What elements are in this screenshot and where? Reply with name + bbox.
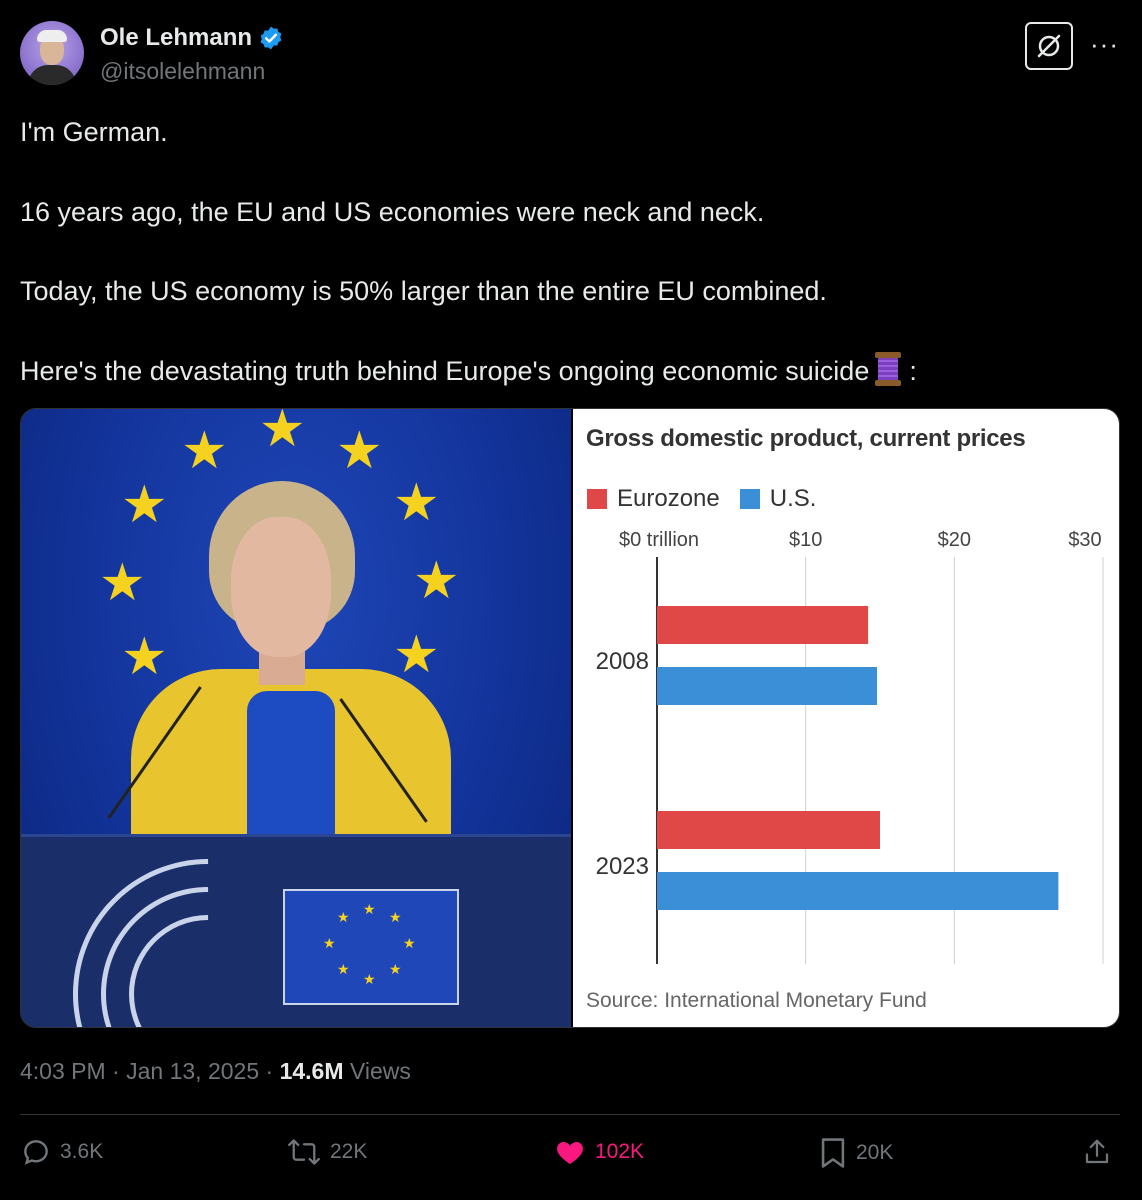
like-count: 102K <box>595 1140 645 1163</box>
author-name[interactable]: Ole Lehmann <box>100 24 252 52</box>
views-count: 14.6M <box>279 1058 344 1084</box>
tweet-time[interactable]: 4:03 PM <box>20 1058 106 1084</box>
action-bar: 3.6K 22K 102K 20K <box>20 1136 1120 1176</box>
chart-source: Source: International Monetary Fund <box>586 989 927 1012</box>
more-options-icon[interactable]: ··· <box>1090 31 1119 57</box>
avatar[interactable] <box>20 21 84 85</box>
tweet-line-4-end: : <box>909 356 917 386</box>
tweet-line-2: 16 years ago, the EU and US economies we… <box>20 197 765 227</box>
bookmark-button[interactable]: 20K <box>818 1136 893 1170</box>
x-tick-label: $0 trillion <box>619 529 699 551</box>
divider <box>20 1114 1120 1115</box>
category-label: 2023 <box>596 853 649 880</box>
star-icon: ★ <box>393 474 440 532</box>
star-icon: ★ <box>393 626 440 684</box>
repost-count: 22K <box>330 1140 368 1163</box>
tweet-meta: 4:03 PM · Jan 13, 2025 · 14.6M Views <box>20 1058 411 1085</box>
star-icon: ★ <box>413 552 460 610</box>
gdp-chart[interactable]: Gross domestic product, current prices E… <box>573 409 1119 1027</box>
bookmark-icon <box>821 1138 845 1168</box>
repost-icon <box>288 1139 320 1165</box>
grok-button[interactable] <box>1025 22 1073 70</box>
star-icon: ★ <box>181 422 228 480</box>
repost-button[interactable]: 22K <box>286 1136 367 1168</box>
thread-spool-icon <box>873 352 903 386</box>
x-tick-label: $20 <box>938 529 971 551</box>
star-icon: ★ <box>121 628 168 686</box>
heart-icon <box>557 1142 583 1164</box>
star-icon: ★ <box>259 409 306 458</box>
views-label: Views <box>349 1058 411 1084</box>
author-handle[interactable]: @itsolelehmann <box>100 58 265 85</box>
star-icon: ★ <box>336 422 383 480</box>
bar-us-2023 <box>657 872 1059 910</box>
podium-eu-flag: ★ ★ ★ ★ ★ ★ ★ ★ <box>283 889 459 1005</box>
star-icon: ★ <box>99 554 146 612</box>
bar-us-2008 <box>657 667 878 705</box>
tweet-line-3: Today, the US economy is 50% larger than… <box>20 276 827 306</box>
bar-eurozone-2008 <box>657 606 869 644</box>
author-name-row[interactable]: Ole Lehmann <box>100 24 284 52</box>
speaker-face <box>231 517 331 657</box>
meta-separator: · <box>112 1058 127 1084</box>
share-icon <box>1085 1139 1109 1164</box>
photo-speaker-eu-flag[interactable]: ★ ★ ★ ★ ★ ★ ★ ★ ★ ★ ★ ★ ★ ★ ★ ★ ★ <box>21 409 571 1027</box>
reply-button[interactable]: 3.6K <box>20 1136 103 1168</box>
verified-badge-icon <box>260 26 282 50</box>
star-icon: ★ <box>121 476 168 534</box>
reply-count: 3.6K <box>60 1140 104 1163</box>
tweet-line-4: Here's the devastating truth behind Euro… <box>20 352 917 389</box>
category-label: 2008 <box>596 648 649 675</box>
x-tick-label: $10 <box>789 529 822 551</box>
bar-eurozone-2023 <box>657 811 880 849</box>
tweet-line-1: I'm German. <box>20 117 168 147</box>
like-button[interactable]: 102K <box>553 1136 644 1168</box>
bookmark-count: 20K <box>856 1141 894 1164</box>
avatar-shirt <box>28 65 76 85</box>
meta-separator: · <box>265 1058 280 1084</box>
x-tick-label: $30 <box>1068 529 1101 551</box>
share-button[interactable] <box>1082 1136 1112 1168</box>
grok-icon <box>1037 34 1061 58</box>
tweet-date[interactable]: Jan 13, 2025 <box>126 1058 259 1084</box>
avatar-cap <box>37 30 67 42</box>
reply-icon <box>24 1140 48 1165</box>
chart-plot: $0 trillion $10 $20 $30 2008 2023 <box>596 529 1104 964</box>
tweet-media[interactable]: ★ ★ ★ ★ ★ ★ ★ ★ ★ ★ ★ ★ ★ ★ ★ ★ ★ Gross domes… <box>20 408 1120 1028</box>
tweet-line-4-text: Here's the devastating truth behind Euro… <box>20 356 870 386</box>
